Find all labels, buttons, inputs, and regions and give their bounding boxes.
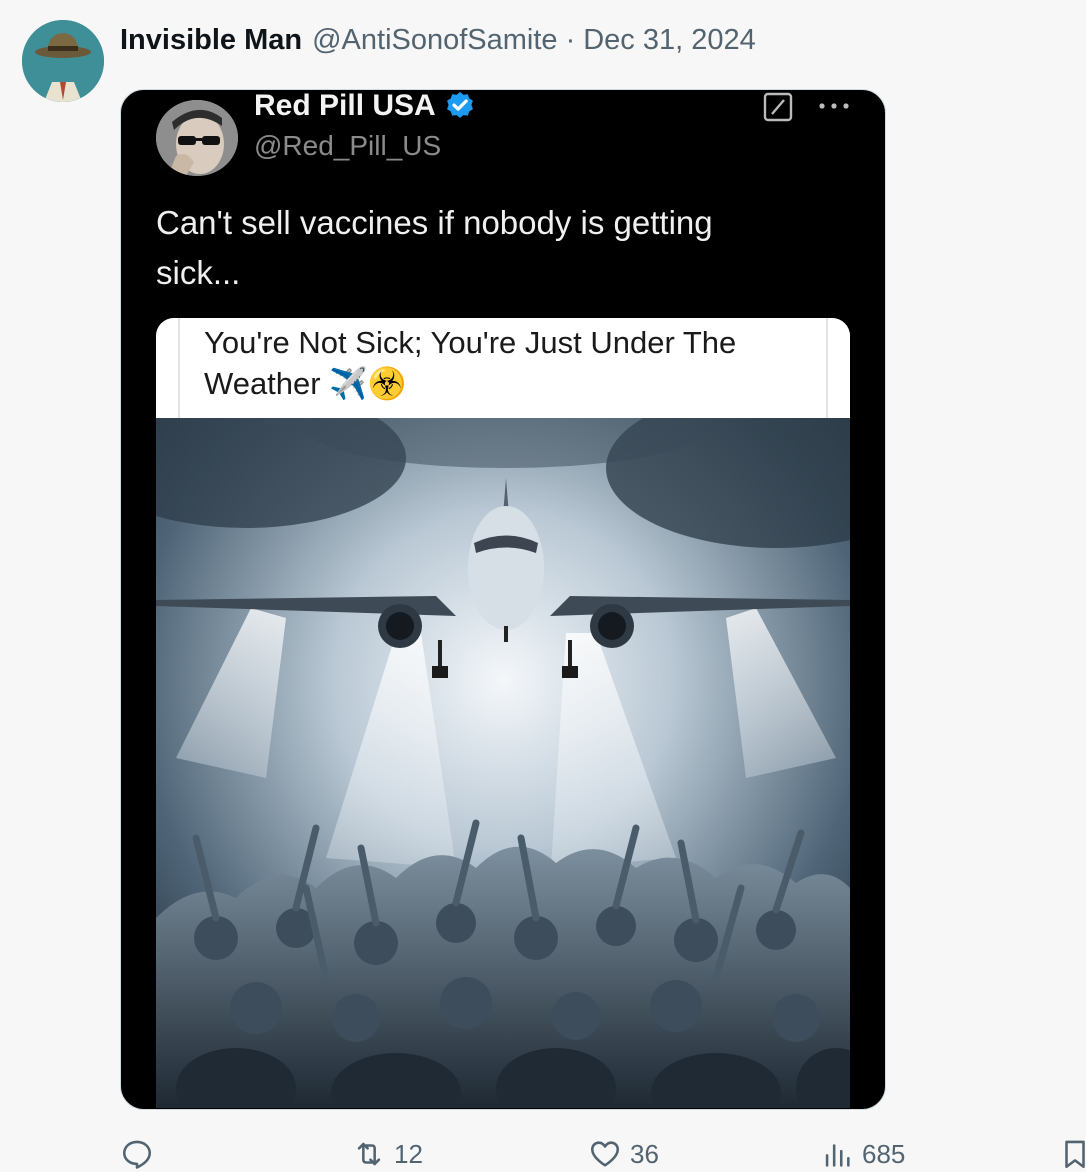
more-options-icon [819, 103, 849, 109]
fedora-hat-avatar-icon [22, 20, 104, 102]
like-button[interactable]: 36 [588, 1136, 659, 1172]
caption-rule-right [826, 318, 828, 418]
header-separator: · [565, 24, 576, 56]
post-action-bar: 12 36 685 [0, 1136, 1086, 1172]
author-avatar[interactable] [22, 20, 104, 102]
post-header: Invisible Man @AntiSonofSamite · Dec 31,… [120, 22, 756, 58]
verified-badge-icon [446, 92, 473, 118]
post-date[interactable]: Dec 31, 2024 [583, 22, 756, 58]
person-with-sunglasses-avatar-icon [156, 100, 238, 176]
meme-image: You're Not Sick; You're Just Under The W… [156, 318, 850, 1108]
views-count: 685 [862, 1138, 906, 1169]
reply-icon [122, 1140, 152, 1169]
like-count: 36 [630, 1138, 659, 1169]
views-button[interactable]: 685 [820, 1136, 905, 1172]
caption-rule-left [178, 318, 180, 418]
meme-caption-box: You're Not Sick; You're Just Under The W… [156, 318, 850, 418]
author-handle[interactable]: @AntiSonofSamite [312, 22, 557, 58]
embedded-display-name-text: Red Pill USA [254, 89, 436, 122]
reply-button[interactable] [120, 1136, 162, 1172]
bookmark-icon [1065, 1140, 1085, 1169]
repost-button[interactable]: 12 [352, 1136, 423, 1172]
analytics-bars-icon [825, 1144, 850, 1167]
edit-icon [763, 92, 793, 122]
repost-count: 12 [394, 1138, 423, 1169]
bookmark-button[interactable] [1058, 1136, 1086, 1172]
embedded-post-text: Can't sell vaccines if nobody is getting… [156, 204, 713, 291]
post-media-image[interactable]: Red Pill USA @Red_Pill_US Can't sell vac… [120, 89, 886, 1110]
embedded-display-name: Red Pill USA [254, 90, 476, 122]
embedded-handle: @Red_Pill_US [254, 130, 442, 161]
embedded-author-avatar [156, 100, 238, 176]
heart-icon [590, 1141, 620, 1167]
post: Invisible Man @AntiSonofSamite · Dec 31,… [0, 0, 1086, 1172]
airplane-spraying-crowd-illustration [156, 418, 850, 1108]
author-display-name[interactable]: Invisible Man [120, 22, 302, 58]
meme-caption: You're Not Sick; You're Just Under The W… [204, 325, 737, 401]
repost-icon [357, 1142, 381, 1166]
